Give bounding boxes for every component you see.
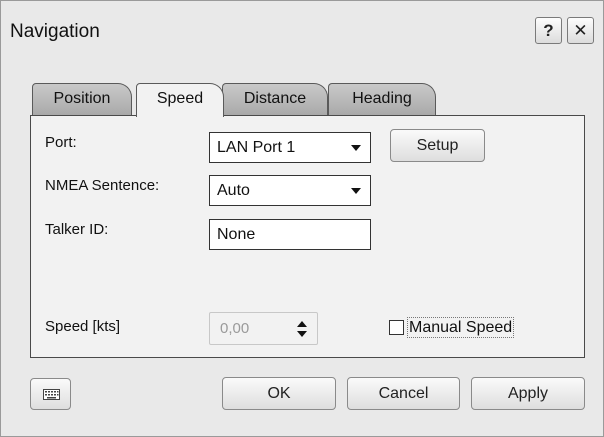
help-button[interactable]: ? bbox=[535, 17, 562, 44]
manual-speed-checkbox[interactable] bbox=[389, 320, 404, 335]
title-bar: Navigation ? ✕ bbox=[1, 1, 603, 65]
speed-value: 0,00 bbox=[220, 320, 250, 337]
tab-heading[interactable]: Heading bbox=[328, 83, 436, 115]
port-label: Port: bbox=[45, 134, 77, 151]
port-select[interactable]: LAN Port 1 bbox=[209, 132, 371, 163]
setup-button[interactable]: Setup bbox=[390, 129, 485, 162]
tab-position[interactable]: Position bbox=[32, 83, 132, 115]
keyboard-icon bbox=[43, 389, 60, 400]
ok-button[interactable]: OK bbox=[222, 377, 336, 410]
cancel-button[interactable]: Cancel bbox=[347, 377, 460, 410]
nmea-sentence-value: Auto bbox=[217, 182, 250, 199]
navigation-dialog: Navigation ? ✕ Position Distance Heading… bbox=[0, 0, 604, 437]
talker-id-label: Talker ID: bbox=[45, 221, 109, 238]
window-title: Navigation bbox=[10, 21, 100, 42]
spin-up-icon[interactable] bbox=[297, 321, 307, 327]
keyboard-button[interactable] bbox=[30, 378, 71, 410]
speed-stepper[interactable]: 0,00 bbox=[209, 312, 318, 345]
tab-speed[interactable]: Speed bbox=[136, 83, 224, 117]
chevron-down-icon bbox=[351, 188, 361, 194]
chevron-down-icon bbox=[351, 145, 361, 151]
port-select-value: LAN Port 1 bbox=[217, 139, 296, 156]
tab-distance[interactable]: Distance bbox=[222, 83, 328, 115]
speed-tab-panel: Port: LAN Port 1 Setup NMEA Sentence: Au… bbox=[30, 115, 585, 358]
manual-speed-label[interactable]: Manual Speed bbox=[407, 317, 515, 338]
talker-id-field[interactable]: None bbox=[209, 219, 371, 250]
close-button[interactable]: ✕ bbox=[567, 17, 594, 44]
apply-button[interactable]: Apply bbox=[471, 377, 585, 410]
spin-down-icon[interactable] bbox=[297, 331, 307, 337]
nmea-sentence-label: NMEA Sentence: bbox=[45, 177, 160, 194]
nmea-sentence-select[interactable]: Auto bbox=[209, 175, 371, 206]
speed-label: Speed [kts] bbox=[45, 318, 121, 335]
